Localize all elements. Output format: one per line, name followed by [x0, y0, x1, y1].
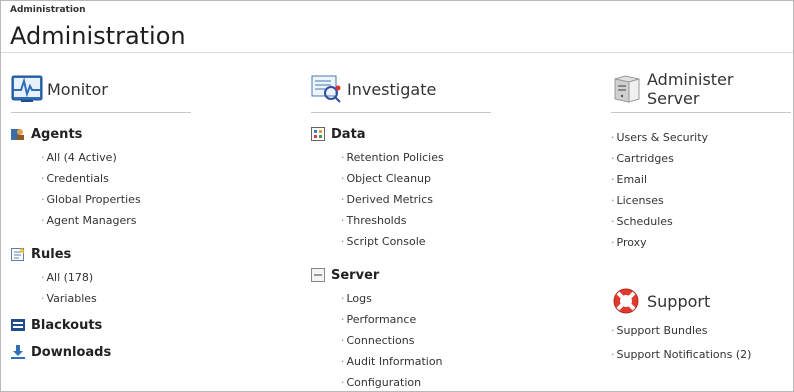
- admin-item-cartridges[interactable]: · Cartridges: [611, 152, 674, 165]
- downloads-link[interactable]: Downloads: [11, 344, 111, 360]
- support-header: Support: [611, 285, 710, 317]
- lifebuoy-icon: [613, 288, 639, 314]
- monitor-icon: [11, 75, 43, 102]
- admin-item-email-link[interactable]: Email: [617, 173, 648, 186]
- server-item-configuration-link[interactable]: Configuration: [347, 376, 422, 389]
- rules-icon: [11, 247, 25, 261]
- admin-item-email[interactable]: · Email: [611, 173, 647, 186]
- agents-item-all-link[interactable]: All (4 Active): [47, 151, 117, 164]
- data-item-script-console[interactable]: · Script Console: [341, 235, 426, 248]
- admin-item-cartridges-link[interactable]: Cartridges: [617, 152, 674, 165]
- server-tower-icon: [614, 75, 640, 103]
- agents-label: Agents: [31, 126, 83, 142]
- administer-divider: [611, 112, 791, 113]
- support-item-notifications-link[interactable]: Support Notifications (2): [617, 348, 752, 361]
- admin-item-licenses[interactable]: · Licenses: [611, 194, 664, 207]
- monitor-header: Monitor: [11, 73, 108, 105]
- rules-group: Rules: [11, 246, 71, 262]
- agents-item-all[interactable]: · All (4 Active): [41, 151, 117, 164]
- server-icon: [311, 268, 325, 282]
- data-group: Data: [311, 126, 366, 142]
- agents-item-credentials[interactable]: · Credentials: [41, 172, 109, 185]
- data-icon: [311, 127, 325, 141]
- server-item-connections-link[interactable]: Connections: [347, 334, 415, 347]
- blackouts-label[interactable]: Blackouts: [31, 318, 102, 333]
- data-item-object-cleanup[interactable]: · Object Cleanup: [341, 172, 431, 185]
- investigate-header: Investigate: [311, 73, 436, 105]
- administer-title: Administer Server: [647, 70, 734, 108]
- rules-item-variables-link[interactable]: Variables: [47, 292, 97, 305]
- agents-icon: [11, 129, 24, 140]
- admin-item-schedules[interactable]: · Schedules: [611, 215, 673, 228]
- agents-item-agent-managers[interactable]: · Agent Managers: [41, 214, 137, 227]
- server-label: Server: [331, 267, 380, 283]
- rules-item-all[interactable]: · All (178): [41, 271, 93, 284]
- monitor-divider: [11, 112, 191, 113]
- data-item-thresholds-link[interactable]: Thresholds: [347, 214, 407, 227]
- data-item-thresholds[interactable]: · Thresholds: [341, 214, 406, 227]
- rules-label: Rules: [31, 246, 72, 262]
- admin-item-proxy[interactable]: · Proxy: [611, 236, 647, 249]
- admin-item-users-security[interactable]: · Users & Security: [611, 131, 708, 144]
- server-item-audit-information-link[interactable]: Audit Information: [347, 355, 443, 368]
- support-item-bundles[interactable]: · Support Bundles: [611, 324, 708, 337]
- support-item-notifications[interactable]: · Support Notifications (2): [611, 348, 751, 361]
- admin-item-users-security-link[interactable]: Users & Security: [617, 131, 709, 144]
- data-item-script-console-link[interactable]: Script Console: [347, 235, 426, 248]
- admin-item-licenses-link[interactable]: Licenses: [617, 194, 664, 207]
- blackouts-link[interactable]: Blackouts: [11, 317, 102, 333]
- investigate-icon: [311, 75, 341, 103]
- monitor-title: Monitor: [47, 79, 108, 99]
- investigate-divider: [311, 112, 491, 113]
- server-group: Server: [311, 267, 379, 283]
- agents-item-global-properties[interactable]: · Global Properties: [41, 193, 141, 206]
- server-item-performance-link[interactable]: Performance: [347, 313, 417, 326]
- server-item-logs[interactable]: · Logs: [341, 292, 372, 305]
- data-item-retention-policies-link[interactable]: Retention Policies: [347, 151, 444, 164]
- data-item-derived-metrics[interactable]: · Derived Metrics: [341, 193, 433, 206]
- data-label: Data: [331, 126, 366, 142]
- server-item-performance[interactable]: · Performance: [341, 313, 416, 326]
- server-item-connections[interactable]: · Connections: [341, 334, 414, 347]
- agents-item-credentials-link[interactable]: Credentials: [47, 172, 109, 185]
- title-divider: [1, 52, 793, 53]
- admin-item-schedules-link[interactable]: Schedules: [617, 215, 673, 228]
- support-title: Support: [647, 291, 711, 311]
- agents-item-global-properties-link[interactable]: Global Properties: [47, 193, 141, 206]
- blackouts-icon: [11, 319, 25, 331]
- rules-item-variables[interactable]: · Variables: [41, 292, 97, 305]
- data-item-object-cleanup-link[interactable]: Object Cleanup: [347, 172, 432, 185]
- agents-item-agent-managers-link[interactable]: Agent Managers: [47, 214, 137, 227]
- breadcrumb: Administration: [10, 5, 86, 15]
- download-icon: [11, 345, 25, 359]
- data-item-retention-policies[interactable]: · Retention Policies: [341, 151, 444, 164]
- investigate-title: Investigate: [347, 79, 437, 99]
- page-title: Administration: [10, 22, 186, 50]
- server-item-logs-link[interactable]: Logs: [347, 292, 372, 305]
- server-item-audit-information[interactable]: · Audit Information: [341, 355, 443, 368]
- rules-item-all-link[interactable]: All (178): [47, 271, 94, 284]
- data-item-derived-metrics-link[interactable]: Derived Metrics: [347, 193, 434, 206]
- server-item-configuration[interactable]: · Configuration: [341, 376, 421, 389]
- downloads-label[interactable]: Downloads: [31, 345, 111, 360]
- agents-group: Agents: [11, 126, 82, 142]
- support-item-bundles-link[interactable]: Support Bundles: [617, 324, 708, 337]
- administer-header: Administer Server: [611, 70, 791, 108]
- admin-item-proxy-link[interactable]: Proxy: [617, 236, 647, 249]
